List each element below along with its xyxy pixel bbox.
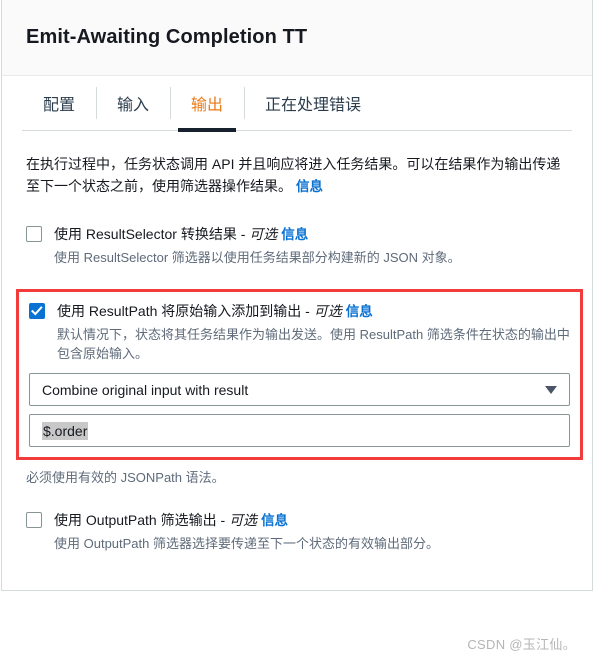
intro-info-link[interactable]: 信息 [296, 179, 323, 194]
result-path-input[interactable]: $.order [29, 414, 570, 447]
result-path-input-value: $.order [42, 421, 89, 440]
result-selector-optional: 可选 [249, 226, 278, 242]
panel-body: 在执行过程中，任务状态调用 API 并且响应将进入任务结果。可以在结果作为输出传… [2, 131, 592, 553]
tab-configuration[interactable]: 配置 [22, 76, 96, 130]
page-title: Emit-Awaiting Completion TT [26, 26, 308, 48]
tab-error-handling[interactable]: 正在处理错误 [244, 76, 382, 130]
result-path-info-link[interactable]: 信息 [346, 304, 373, 319]
output-settings-panel: Emit-Awaiting Completion TT 配置 输入 输出 正在处… [1, 0, 593, 591]
result-selector-texts: 使用 ResultSelector 转换结果 - 可选 信息 使用 ResultS… [54, 224, 461, 267]
output-path-texts: 使用 OutputPath 筛选输出 - 可选 信息 使用 OutputPath … [54, 510, 439, 553]
result-selector-label-text: 使用 ResultSelector 转换结果 - [54, 226, 250, 242]
result-path-combine-select-value: Combine original input with result [42, 381, 249, 398]
result-selector-label: 使用 ResultSelector 转换结果 - 可选 信息 [54, 224, 461, 245]
output-path-checkbox[interactable] [26, 512, 42, 528]
output-path-optional: 可选 [229, 512, 258, 528]
tab-output-label: 输出 [191, 97, 224, 114]
result-selector-info-link[interactable]: 信息 [281, 227, 308, 242]
output-path-info-link[interactable]: 信息 [261, 513, 288, 528]
checkmark-icon [31, 306, 43, 316]
intro-text: 在执行过程中，任务状态调用 API 并且响应将进入任务结果。可以在结果作为输出传… [26, 153, 568, 198]
result-selector-checkbox[interactable] [26, 226, 42, 242]
result-path-row: 使用 ResultPath 将原始输入添加到输出 - 可选 信息 默认情况下，状态… [29, 301, 570, 363]
result-path-combine-select[interactable]: Combine original input with result [29, 373, 570, 406]
result-path-checkbox[interactable] [29, 303, 45, 319]
tab-input[interactable]: 输入 [96, 76, 170, 130]
output-path-description: 使用 OutputPath 筛选器选择要传递至下一个状态的有效输出部分。 [54, 536, 439, 551]
result-path-hint: 必须使用有效的 JSONPath 语法。 [26, 470, 225, 485]
tab-output[interactable]: 输出 [170, 76, 244, 132]
csdn-watermark: CSDN @玉江仙。 [467, 637, 576, 652]
result-path-label-text: 使用 ResultPath 将原始输入添加到输出 - [57, 303, 314, 319]
output-path-row: 使用 OutputPath 筛选输出 - 可选 信息 使用 OutputPath … [26, 510, 568, 553]
tab-configuration-label: 配置 [43, 97, 76, 114]
tab-error-handling-label: 正在处理错误 [265, 97, 362, 114]
tab-input-label: 输入 [117, 97, 150, 114]
result-path-label: 使用 ResultPath 将原始输入添加到输出 - 可选 信息 [57, 301, 570, 322]
result-path-optional: 可选 [313, 303, 342, 319]
tab-list: 配置 输入 输出 正在处理错误 [22, 76, 572, 132]
result-path-texts: 使用 ResultPath 将原始输入添加到输出 - 可选 信息 默认情况下，状态… [57, 301, 570, 363]
result-path-highlight-box: 使用 ResultPath 将原始输入添加到输出 - 可选 信息 默认情况下，状态… [16, 289, 583, 460]
panel-header: Emit-Awaiting Completion TT [2, 0, 592, 76]
tabs-container: 配置 输入 输出 正在处理错误 [2, 76, 592, 132]
output-path-label-text: 使用 OutputPath 筛选输出 - [54, 512, 230, 528]
result-selector-row: 使用 ResultSelector 转换结果 - 可选 信息 使用 ResultS… [26, 224, 568, 267]
result-selector-description: 使用 ResultSelector 筛选器以使用任务结果部分构建新的 JSON … [54, 250, 461, 265]
chevron-down-icon [545, 385, 557, 394]
result-path-description: 默认情况下，状态将其任务结果作为输出发送。使用 ResultPath 筛选条件在… [57, 327, 570, 361]
intro-description: 在执行过程中，任务状态调用 API 并且响应将进入任务结果。可以在结果作为输出传… [26, 156, 561, 194]
output-path-label: 使用 OutputPath 筛选输出 - 可选 信息 [54, 510, 439, 531]
